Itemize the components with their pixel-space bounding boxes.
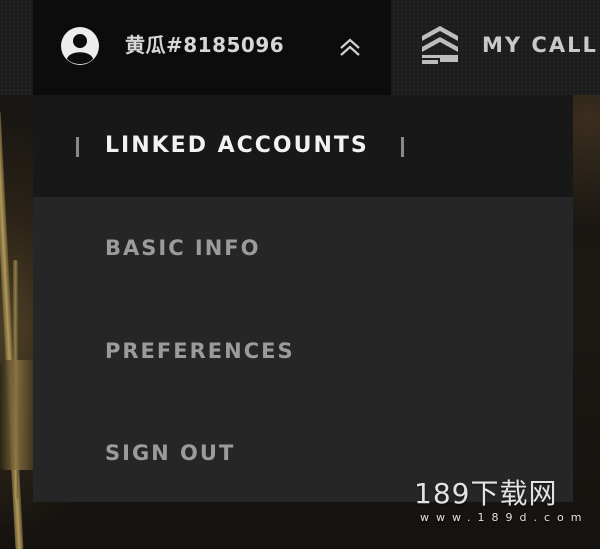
background-lantern [0,360,36,470]
chevron-emblem-icon[interactable] [420,24,460,66]
linked-accounts-label[interactable]: LINKED ACCOUNTS [105,129,369,163]
active-indicator-right [401,137,404,157]
active-indicator-left [76,137,79,157]
watermark-title: 189下载网 [414,477,558,510]
nav-my-call-link[interactable]: MY CALL [482,28,598,62]
dropdown-item-basic-info[interactable]: BASIC INFO [105,231,261,265]
account-dropdown-menu: LINKED ACCOUNTS BASIC INFO PREFERENCES S… [33,95,573,502]
dropdown-item-linked-accounts[interactable]: LINKED ACCOUNTS [33,95,573,197]
top-bar: 黄瓜#8185096 MY CALL [0,0,600,95]
site-watermark: 189下载网 www.189d.com [414,478,594,526]
watermark-url: www.189d.com [420,511,589,524]
dropdown-item-preferences[interactable]: PREFERENCES [105,334,295,368]
background-post [0,110,24,549]
user-avatar-icon[interactable] [60,26,100,66]
dropdown-item-sign-out[interactable]: SIGN OUT [105,436,235,470]
chevron-up-icon[interactable] [338,37,362,57]
username-label[interactable]: 黄瓜#8185096 [125,30,284,60]
